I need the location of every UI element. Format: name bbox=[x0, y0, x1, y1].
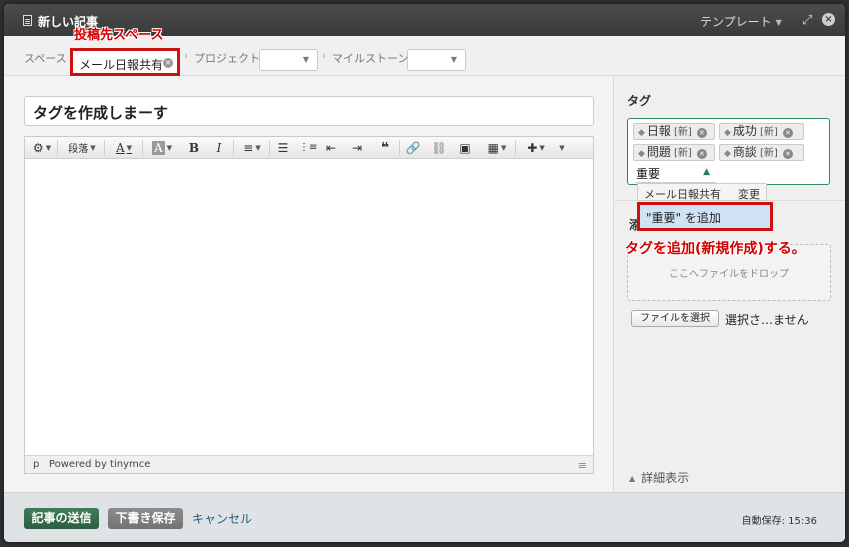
unlink-icon[interactable]: ⛓ bbox=[431, 140, 447, 156]
table-icon[interactable]: ▦ ▼ bbox=[483, 140, 511, 156]
milestone-select[interactable]: ▼ bbox=[407, 49, 466, 71]
background-color-button[interactable]: A ▼ bbox=[146, 140, 178, 156]
tag-icon: ◆ bbox=[724, 149, 731, 159]
resize-handle-icon[interactable]: ≡ bbox=[578, 459, 587, 472]
bullet-list-icon[interactable]: ☰ bbox=[275, 140, 291, 156]
tag-chip: ◆ 問題 [新] ✕ bbox=[633, 144, 715, 161]
tag-icon: ◆ bbox=[724, 128, 731, 138]
cancel-link[interactable]: キャンセル bbox=[192, 510, 252, 527]
save-draft-button[interactable]: 下書き保存 bbox=[108, 508, 183, 529]
tag-suggestion-header: メール日報共有 変更 bbox=[637, 183, 767, 201]
align-dropdown[interactable]: ≡ ▼ bbox=[238, 140, 266, 156]
remove-tag-icon[interactable]: ✕ bbox=[696, 149, 707, 159]
editor-statusbar: p Powered by tinymce ≡ bbox=[25, 455, 593, 473]
choose-file-button[interactable]: ファイルを選択 bbox=[631, 310, 719, 327]
close-icon[interactable]: × bbox=[822, 13, 835, 26]
tag-text-input[interactable]: 重要 ▲ bbox=[636, 165, 716, 183]
remove-tag-icon[interactable]: ✕ bbox=[782, 128, 793, 138]
template-label: テンプレート bbox=[700, 15, 772, 29]
breadcrumb-separator-icon: › bbox=[184, 49, 189, 62]
file-status-text: 選択さ…ません bbox=[725, 313, 809, 327]
plugin-icon[interactable]: ✚ ▼ bbox=[521, 140, 551, 156]
indent-icon[interactable]: ⇥ bbox=[349, 140, 365, 156]
chevron-up-icon[interactable]: ▲ bbox=[703, 167, 710, 177]
sidebar: タグ 添 ◆ 日報 [新] ✕ ◆ 成功 [新] ✕ ◆ 問題 [新] ✕ ◆ 商談 [新] ✕ 重要 ▲… bbox=[615, 76, 845, 492]
remove-space-icon[interactable]: ✕ bbox=[163, 58, 173, 68]
link-icon[interactable]: 🔗 bbox=[405, 140, 421, 156]
tag-icon: ◆ bbox=[638, 149, 645, 159]
add-tag-option[interactable]: "重要" を追加 bbox=[637, 202, 773, 231]
triangle-up-icon: ▲ bbox=[629, 474, 636, 483]
outdent-icon[interactable]: ⇤ bbox=[323, 140, 339, 156]
image-icon[interactable]: ▣ bbox=[457, 140, 473, 156]
remove-tag-icon[interactable]: ✕ bbox=[696, 128, 707, 138]
space-value: メール日報共有 bbox=[79, 58, 164, 72]
tag-chip: ◆ 成功 [新] ✕ bbox=[719, 123, 804, 140]
toolbar-divider bbox=[57, 140, 58, 156]
change-space-link[interactable]: 変更 bbox=[738, 186, 760, 202]
editor-toolbar: ⚙▼ 段落▼ A▼ A▼ B I ≡▼ ☰ ⋮≡ ⇤ ⇥ ❝ 🔗 ⛓ bbox=[25, 137, 593, 159]
chevron-down-icon: ▼ bbox=[302, 55, 309, 64]
align-left-icon: ≡ bbox=[243, 141, 254, 155]
editor-status-text: p Powered by tinymce bbox=[33, 459, 150, 470]
document-icon bbox=[23, 15, 32, 26]
paragraph-format-dropdown[interactable]: 段落 ▼ bbox=[62, 140, 102, 156]
chevron-down-icon: ▼ bbox=[450, 55, 457, 64]
toolbar-divider bbox=[269, 140, 270, 156]
toolbar-divider bbox=[399, 140, 400, 156]
submit-article-button[interactable]: 記事の送信 bbox=[24, 508, 99, 529]
toolbar-divider bbox=[233, 140, 234, 156]
tag-chip: ◆ 商談 [新] ✕ bbox=[719, 144, 804, 161]
tags-heading: タグ bbox=[627, 94, 652, 108]
tag-chip: ◆ 日報 [新] ✕ bbox=[633, 123, 715, 140]
numbered-list-icon[interactable]: ⋮≡ bbox=[299, 140, 317, 156]
toolbar-divider bbox=[142, 140, 143, 156]
tag-input-box[interactable]: ◆ 日報 [新] ✕ ◆ 成功 [新] ✕ ◆ 問題 [新] ✕ ◆ 商談 [新] ✕ 重要 ▲ bbox=[627, 118, 830, 185]
editor-content-area[interactable] bbox=[25, 160, 593, 454]
toolbar-divider bbox=[515, 140, 516, 156]
italic-button[interactable]: I bbox=[211, 140, 227, 156]
project-select[interactable]: ▼ bbox=[259, 49, 318, 71]
editor-panel: タグを作成しまーす ⚙ ▼ 段落 ▼ A ▼ A ▼ B I ≡ ▼ ☰ ⋮≡ ⇤ ⇥ ❝ bbox=[4, 76, 614, 492]
bold-button[interactable]: B bbox=[186, 140, 202, 156]
article-title-input[interactable]: タグを作成しまーす bbox=[24, 96, 594, 126]
chevron-down-icon: ▼ bbox=[775, 18, 782, 27]
toolbar-divider bbox=[104, 140, 105, 156]
expand-icon[interactable]: ⤢ bbox=[802, 13, 812, 28]
dialog-footer: 記事の送信 下書き保存 キャンセル 自動保存: 15:36 bbox=[4, 492, 845, 542]
breadcrumb-separator-icon: › bbox=[322, 49, 327, 62]
milestone-label: マイルストーン bbox=[332, 52, 409, 65]
font-color-button[interactable]: A ▼ bbox=[109, 140, 139, 156]
more-options-dropdown[interactable]: ▼ bbox=[555, 140, 567, 156]
powered-by-text: Powered by tinymce bbox=[48, 459, 151, 470]
tag-icon: ◆ bbox=[638, 128, 645, 138]
tag-callout: タグを追加(新規作成)する。 bbox=[625, 241, 806, 257]
suggestion-space: メール日報共有 bbox=[644, 188, 721, 201]
rich-text-editor: ⚙▼ 段落▼ A▼ A▼ B I ≡▼ ☰ ⋮≡ ⇤ ⇥ ❝ 🔗 ⛓ bbox=[24, 136, 594, 474]
space-chip[interactable]: メール日報共有 ✕ bbox=[70, 48, 180, 76]
project-label: プロジェクト bbox=[194, 52, 260, 65]
space-label: スペース bbox=[24, 52, 67, 65]
template-dropdown[interactable]: テンプレート ▼ bbox=[700, 13, 782, 30]
gear-icon[interactable]: ⚙ ▼ bbox=[31, 140, 53, 156]
space-callout: 投稿先スペース bbox=[74, 28, 164, 43]
details-toggle[interactable]: ▲ 詳細表示 bbox=[629, 469, 689, 486]
new-article-dialog: 新しい記事 テンプレート ▼ ⤢ × スペース › プロジェクト › マイルストー… bbox=[4, 4, 845, 542]
element-path: p bbox=[33, 459, 40, 470]
remove-tag-icon[interactable]: ✕ bbox=[782, 149, 793, 159]
autosave-status: 自動保存: 15:36 bbox=[741, 516, 817, 527]
blockquote-icon[interactable]: ❝ bbox=[377, 140, 393, 156]
